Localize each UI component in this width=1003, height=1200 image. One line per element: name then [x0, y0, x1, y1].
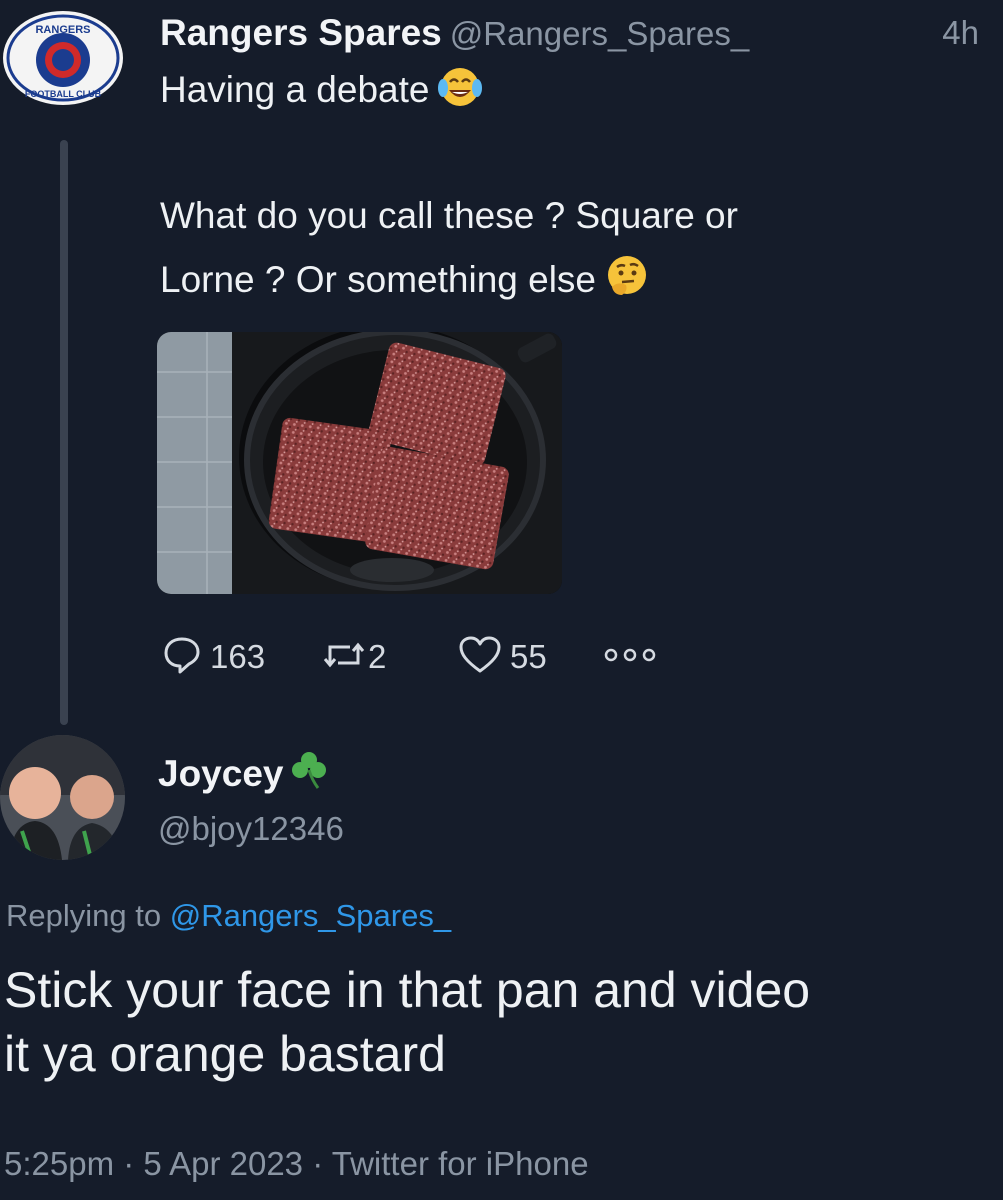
reply-text: Stick your face in that pan and video it… — [4, 958, 810, 1086]
retweet-icon — [322, 635, 366, 680]
tweet-time[interactable]: 4h — [942, 14, 979, 52]
laughing-tears-emoji-icon — [437, 66, 483, 118]
reply-display-name-row: Joycey — [158, 748, 330, 799]
thread-connector-line — [60, 140, 68, 725]
more-dots-icon — [602, 645, 658, 670]
more-options-button[interactable] — [602, 632, 658, 682]
heart-icon — [458, 635, 502, 680]
reply-count: 163 — [210, 638, 266, 675]
like-count: 55 — [510, 638, 547, 675]
replying-to-mention-link[interactable]: @Rangers_Spares_ — [170, 898, 451, 933]
replying-to-line: Replying to @Rangers_Spares_ — [6, 898, 451, 934]
reply-text-line-2: it ya orange bastard — [4, 1026, 446, 1082]
replying-to-label: Replying to — [6, 898, 162, 933]
reply-text-line-1: Stick your face in that pan and video — [4, 962, 811, 1018]
shamrock-emoji-icon — [288, 748, 330, 799]
tweet-text-line-2: What do you call these ? Square or — [160, 195, 738, 236]
reply-display-name[interactable]: Joycey — [158, 753, 284, 794]
tweet-text-line-1: Having a debate — [160, 66, 483, 118]
reply-button[interactable]: 163 — [162, 632, 265, 682]
author-display-name[interactable]: Rangers Spares — [160, 12, 442, 53]
tweet-photo-square-sausage-in-pan[interactable] — [157, 332, 562, 594]
thinking-face-emoji-icon — [604, 254, 650, 308]
author-handle[interactable]: @Rangers_Spares_ — [450, 15, 750, 52]
svg-text:RANGERS: RANGERS — [35, 24, 90, 36]
reply-handle[interactable]: @bjoy12346 — [158, 810, 344, 848]
rangers-crest-avatar[interactable]: RANGERS FOOTBALL CLUB — [0, 8, 126, 108]
retweet-count: 2 — [368, 638, 387, 675]
tweet-header: Rangers Spares @Rangers_Spares_ — [160, 12, 749, 56]
like-button[interactable]: 55 — [458, 632, 547, 682]
retweet-button[interactable]: 2 — [322, 632, 386, 682]
reply-timestamp-source[interactable]: 5:25pm · 5 Apr 2023 · Twitter for iPhone — [4, 1145, 589, 1183]
reply-author-avatar[interactable] — [0, 735, 125, 860]
comment-bubble-icon — [162, 635, 202, 680]
svg-text:FOOTBALL CLUB: FOOTBALL CLUB — [25, 89, 102, 99]
tweet-text-line-3: Lorne ? Or something else — [160, 254, 650, 308]
